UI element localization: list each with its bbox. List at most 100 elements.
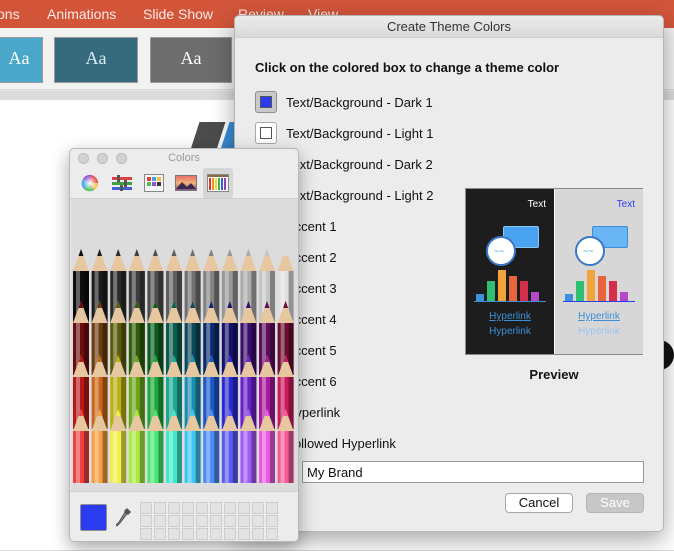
saved-swatch-cell[interactable] xyxy=(266,528,278,540)
tab-transitions[interactable]: ons xyxy=(0,6,20,22)
pencil-highlight xyxy=(150,431,155,483)
pencil-highlight xyxy=(94,431,99,483)
pencil-highlight xyxy=(280,431,285,483)
saved-swatch-cell[interactable] xyxy=(224,502,236,514)
saved-swatch-cell[interactable] xyxy=(196,528,208,540)
tab-slide-show[interactable]: Slide Show xyxy=(143,6,213,22)
color-sliders-icon-graphic xyxy=(112,175,132,191)
save-button[interactable]: Save xyxy=(586,493,644,513)
pencil-highlight xyxy=(262,431,266,483)
saved-swatch-cell[interactable] xyxy=(196,502,208,514)
pencil-highlight xyxy=(206,431,211,483)
pencil-lead xyxy=(283,249,289,256)
color-sliders-icon[interactable] xyxy=(107,168,137,198)
color-swatch-button[interactable] xyxy=(255,91,277,113)
pencil-shadow xyxy=(84,431,89,483)
pencil-lead xyxy=(78,249,84,256)
pencil-lead xyxy=(227,249,233,256)
pencil-shadow xyxy=(270,431,275,483)
saved-swatch-cell[interactable] xyxy=(266,515,278,527)
theme-color-row: Text/Background - Light 1 xyxy=(255,121,433,145)
saved-swatch-cell[interactable] xyxy=(140,502,152,514)
pencil-highlight xyxy=(224,431,229,483)
preview-chart-bar xyxy=(531,292,539,301)
saved-swatch-cell[interactable] xyxy=(266,502,278,514)
color-swatch-button[interactable] xyxy=(255,122,277,144)
pencil-lead xyxy=(208,249,214,256)
saved-swatch-cell[interactable] xyxy=(210,515,222,527)
saved-swatch-cell[interactable] xyxy=(210,528,222,540)
cancel-button[interactable]: Cancel xyxy=(505,493,573,513)
pencil-highlight xyxy=(169,431,173,483)
theme-name-input[interactable] xyxy=(302,461,644,483)
saved-swatch-cell[interactable] xyxy=(196,515,208,527)
color-palettes-icon[interactable] xyxy=(139,168,169,198)
saved-swatch-cell[interactable] xyxy=(238,515,250,527)
color-mode-toolbar xyxy=(70,167,298,199)
preview-chart-bar xyxy=(587,270,595,301)
saved-swatch-cell[interactable] xyxy=(252,502,264,514)
pencil-shadow xyxy=(232,431,238,483)
zoom-window-button[interactable] xyxy=(116,153,127,164)
saved-swatch-cell[interactable] xyxy=(182,515,194,527)
preview-label: Preview xyxy=(529,367,579,382)
theme-preview: Text ~~ Hyperlink Hyperlink Text ~~ Hype… xyxy=(465,188,643,355)
pencil-tray xyxy=(71,199,298,491)
saved-swatch-cell[interactable] xyxy=(154,528,166,540)
saved-swatch-cell[interactable] xyxy=(168,502,180,514)
pencil-lead xyxy=(171,249,177,256)
pencil-lead xyxy=(97,249,103,256)
eyedropper-icon[interactable] xyxy=(115,507,132,529)
saved-swatch-cell[interactable] xyxy=(154,502,166,514)
color-swatch-bar xyxy=(70,491,298,541)
eyedropper-icon-graphic xyxy=(115,508,131,527)
theme-thumbnail[interactable]: Aa xyxy=(0,37,43,83)
saved-swatch-cell[interactable] xyxy=(140,515,152,527)
saved-swatch-cell[interactable] xyxy=(238,528,250,540)
theme-thumbnail[interactable]: Aa xyxy=(54,37,138,83)
saved-swatch-cell[interactable] xyxy=(252,515,264,527)
tab-animations[interactable]: Animations xyxy=(47,6,116,22)
saved-swatch-cell[interactable] xyxy=(168,528,180,540)
pencils-icon[interactable] xyxy=(203,168,233,198)
saved-swatch-cell[interactable] xyxy=(224,528,236,540)
pencil-highlight xyxy=(131,431,136,483)
preview-chart-bar xyxy=(609,281,617,301)
preview-chart-bar xyxy=(565,294,573,301)
saved-swatch-cell[interactable] xyxy=(210,502,222,514)
pencil-shadow xyxy=(195,431,201,483)
close-window-button[interactable] xyxy=(78,153,89,164)
saved-swatch-cell[interactable] xyxy=(182,502,194,514)
color-wheel-icon-graphic xyxy=(81,174,99,192)
pencil-shadow xyxy=(177,431,182,483)
dialog-title: Create Theme Colors xyxy=(235,16,663,38)
saved-swatch-cell[interactable] xyxy=(224,515,236,527)
pencil-shadow xyxy=(139,431,145,483)
theme-color-label: Text/Background - Dark 1 xyxy=(286,94,433,110)
theme-color-label: Text/Background - Light 1 xyxy=(286,125,434,141)
theme-thumbnail[interactable]: Aa xyxy=(150,37,232,83)
color-wheel-icon[interactable] xyxy=(75,168,105,198)
saved-swatch-cell[interactable] xyxy=(182,528,194,540)
saved-swatch-cell[interactable] xyxy=(252,528,264,540)
preview-shape: ~~ xyxy=(486,236,516,266)
preview-hyperlink: Hyperlink xyxy=(489,311,531,322)
pencil-lead xyxy=(134,249,140,256)
current-color-well[interactable] xyxy=(80,504,107,531)
preview-chart-axis xyxy=(563,301,635,302)
preview-text-label: Text xyxy=(527,199,546,210)
saved-swatch-cell[interactable] xyxy=(140,528,152,540)
saved-swatch-cell[interactable] xyxy=(168,515,180,527)
pencil-shadow xyxy=(288,431,294,483)
theme-color-label: Followed Hyperlink xyxy=(286,435,396,451)
preview-text-label: Text xyxy=(616,199,635,210)
image-palettes-icon[interactable] xyxy=(171,168,201,198)
pencil-shadow xyxy=(214,431,220,483)
saved-swatch-cell[interactable] xyxy=(238,502,250,514)
pencil-highlight xyxy=(76,431,80,483)
minimize-window-button[interactable] xyxy=(97,153,108,164)
preview-chart-bar xyxy=(620,292,628,301)
saved-swatch-cell[interactable] xyxy=(154,515,166,527)
preview-hyperlink: Hyperlink xyxy=(578,311,620,322)
pencil-lead xyxy=(245,249,251,256)
